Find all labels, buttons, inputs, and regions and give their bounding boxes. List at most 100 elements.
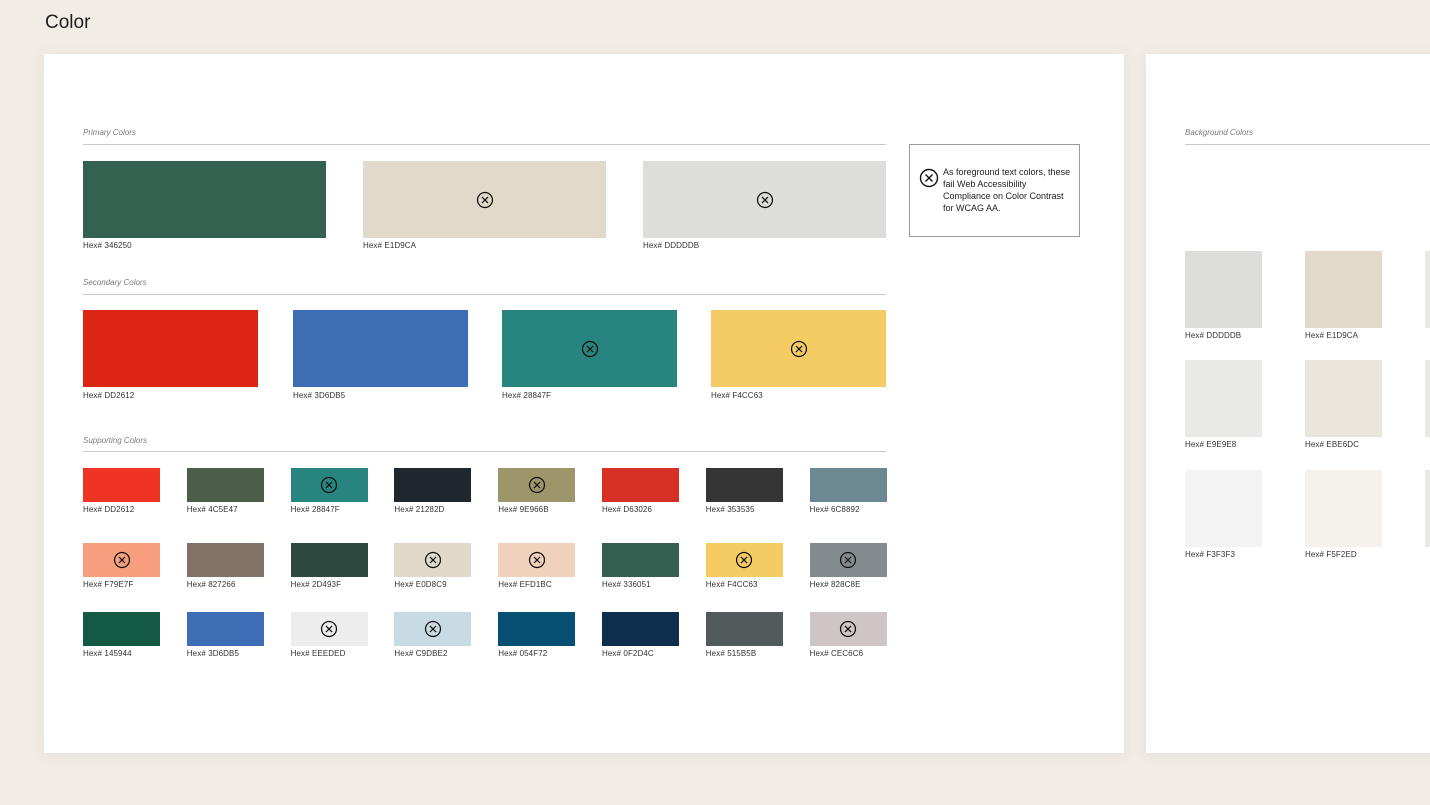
supporting-divider xyxy=(83,451,886,452)
swatch-hex-label: Hex# DDDDDB xyxy=(1185,331,1242,340)
fail-circle-x-icon xyxy=(476,191,493,208)
swatch-hex-label: Hex# E0D8C9 xyxy=(394,580,447,589)
color-swatch: Hex# F4CC63 xyxy=(705,543,783,590)
swatch-hex-label: Hex# DD2612 xyxy=(83,505,135,514)
swatch-color-block xyxy=(394,468,472,502)
swatch-hex-label: Hex# 3D6DB5 xyxy=(293,391,346,400)
swatch-color-block xyxy=(1185,360,1262,437)
swatch-color-block xyxy=(498,468,576,502)
swatch-color-block xyxy=(1305,470,1382,547)
swatch-hex-label: Hex# D63026 xyxy=(602,505,653,514)
accessibility-note-text: As foreground text colors, these fail We… xyxy=(943,167,1071,213)
swatch-color-block xyxy=(498,612,576,646)
fail-circle-x-icon xyxy=(839,620,857,638)
swatch-hex-label: Hex# F4CC63 xyxy=(705,580,758,589)
color-swatch: Hex# 145944 xyxy=(83,612,160,659)
secondary-colors-label: Secondary Colors xyxy=(83,278,147,287)
swatch-hex-label: Hex# 28847F xyxy=(290,505,340,514)
accessibility-note: As foreground text colors, these fail We… xyxy=(909,144,1080,237)
color-swatch: Hex# 346250 xyxy=(83,161,326,251)
color-swatch: Hex# E1D9CA xyxy=(1305,251,1382,341)
swatch-color-block xyxy=(83,543,160,577)
swatch-hex-label: Hex# E1D9CA xyxy=(1305,331,1359,340)
color-swatch: Hex# EBE6DC xyxy=(1305,360,1382,450)
swatch-color-block xyxy=(1185,470,1262,547)
swatch-color-block xyxy=(711,310,886,387)
color-swatch: Hex# 21282D xyxy=(394,468,472,515)
color-swatch: Hex# 515B5B xyxy=(705,612,783,659)
color-swatch: Hex# F5F2ED xyxy=(1305,470,1382,560)
fail-circle-x-icon xyxy=(736,551,753,569)
color-swatch: Hex# 0F2D4C xyxy=(602,612,679,659)
background-colors-card: Background Colors Hex# DDDDDB Hex# E1D9CA… xyxy=(1146,54,1430,753)
color-swatch: Hex# C9DBE2 xyxy=(394,612,472,659)
page-title: Color xyxy=(45,12,91,33)
fail-circle-x-icon xyxy=(919,168,939,188)
swatch-hex-label: Hex# F79E7F xyxy=(83,580,134,589)
fail-circle-x-icon xyxy=(528,551,545,569)
swatch-hex-label: Hex# DDDDDB xyxy=(643,241,700,250)
color-swatch: Hex# 6C8892 xyxy=(809,468,887,515)
swatch-color-block xyxy=(705,543,783,577)
swatch-color-block xyxy=(290,468,368,502)
supporting-colors-label: Supporting Colors xyxy=(83,436,148,445)
secondary-divider xyxy=(83,294,886,295)
swatch-hex-label: Hex# 145944 xyxy=(83,649,132,658)
color-swatch: Hex# DDDDDB xyxy=(1185,251,1262,341)
primary-divider xyxy=(83,144,886,145)
color-swatch: Hex# E1D9CA xyxy=(363,161,606,251)
background-colors-label: Background Colors xyxy=(1185,128,1254,137)
color-swatch: Hex# DDDDDB xyxy=(643,161,886,251)
swatch-color-block xyxy=(705,468,783,502)
swatch-color-block xyxy=(83,161,326,238)
swatch-color-block xyxy=(809,543,887,577)
color-swatch: Hex# 828C8E xyxy=(809,543,887,590)
fail-circle-x-icon xyxy=(528,476,545,494)
swatch-hex-label: Hex# 336051 xyxy=(602,580,651,589)
swatch-hex-label: Hex# 2D493F xyxy=(290,580,342,589)
swatch-hex-label: Hex# E9E9E8 xyxy=(1185,440,1237,449)
swatch-hex-label: Hex# 28847F xyxy=(502,391,552,400)
swatch-color-block xyxy=(602,543,679,577)
swatch-color-block xyxy=(1185,251,1262,328)
background-divider xyxy=(1185,144,1430,145)
color-swatch: Hex# EEEDED xyxy=(290,612,368,659)
color-swatch: Hex# 336051 xyxy=(602,543,679,590)
swatch-color-block xyxy=(602,612,679,646)
swatch-hex-label: Hex# F5F2ED xyxy=(1305,550,1357,559)
fail-circle-x-icon xyxy=(320,476,338,494)
swatch-hex-label: Hex# EFD1BC xyxy=(498,580,552,589)
color-swatch: Hex# EFD1BC xyxy=(498,543,576,590)
color-swatch: Hex# 2D493F xyxy=(290,543,368,590)
swatch-color-block xyxy=(1305,251,1382,328)
swatch-color-block xyxy=(363,161,606,238)
swatch-hex-label: Hex# 0F2D4C xyxy=(602,649,654,658)
swatch-hex-label: Hex# 827266 xyxy=(186,580,236,589)
color-swatch: Hex# 4C5E47 xyxy=(186,468,264,515)
color-swatch: Hex# E9E9E8 xyxy=(1185,360,1262,450)
fail-circle-x-icon xyxy=(756,191,773,208)
swatch-hex-label: Hex# EBE6DC xyxy=(1305,440,1360,449)
swatch-hex-label: Hex# CEC6C6 xyxy=(809,649,864,658)
swatch-hex-label: Hex# 9E966B xyxy=(498,505,549,514)
swatch-hex-label: Hex# 3D6DB5 xyxy=(186,649,240,658)
fail-circle-x-icon xyxy=(113,551,130,569)
swatch-color-block xyxy=(290,612,368,646)
color-swatch: Hex# F4CC63 xyxy=(711,310,886,401)
color-swatch: Hex# F79E7F xyxy=(83,543,160,590)
swatch-color-block xyxy=(83,310,258,387)
color-swatch: Hex# 9E966B xyxy=(498,468,576,515)
swatch-color-block xyxy=(83,468,160,502)
color-swatch: Hex# CEC6C6 xyxy=(809,612,887,659)
swatch-hex-label: Hex# DD2612 xyxy=(83,391,135,400)
swatch-color-block-partial xyxy=(1425,251,1430,328)
swatch-hex-label: Hex# 21282D xyxy=(394,505,445,514)
fail-circle-x-icon xyxy=(424,620,441,638)
color-swatch: Hex# D63026 xyxy=(602,468,679,515)
swatch-color-block xyxy=(1305,360,1382,437)
fail-circle-x-icon xyxy=(790,340,807,357)
swatch-hex-label: Hex# EEEDED xyxy=(290,649,346,658)
color-swatch: Hex# 3D6DB5 xyxy=(186,612,264,659)
color-swatch: Hex# 3D6DB5 xyxy=(293,310,468,401)
swatch-color-block xyxy=(643,161,886,238)
